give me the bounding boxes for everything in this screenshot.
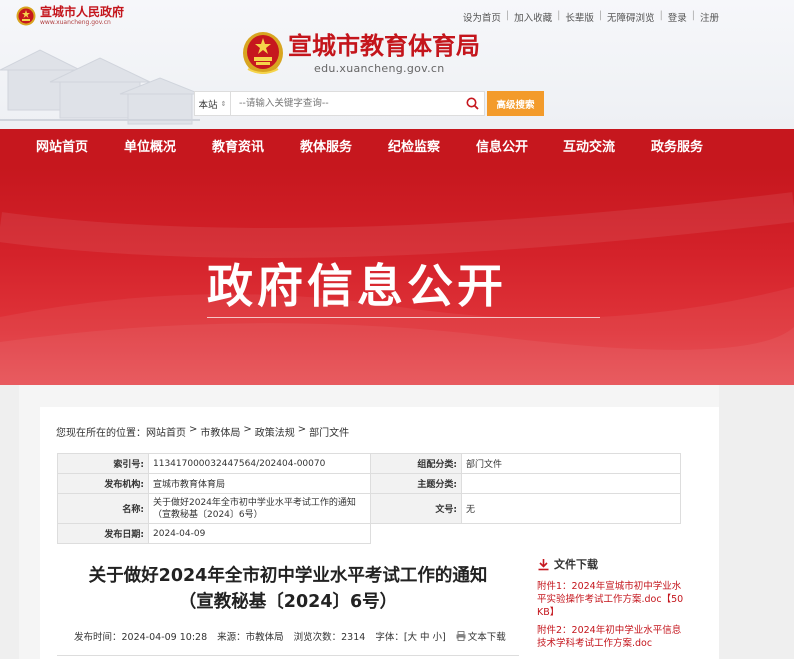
breadcrumb-item-home[interactable]: 网站首页	[146, 424, 186, 439]
breadcrumb-separator: >	[243, 424, 252, 435]
gov-domain: www.xuancheng.gov.cn	[40, 19, 111, 26]
article-meta: 发布时间：2024-04-09 10:28 来源：市教体局 浏览次数：2314 …	[74, 629, 516, 643]
article-title-line1: 关于做好2024年全市初中学业水平考试工作的通知	[88, 566, 488, 586]
document-meta-table: 索引号: 113417000032447564/202404-00070 组配分…	[57, 453, 681, 544]
nav-item-about[interactable]: 单位概况	[124, 129, 176, 167]
nav-item-discipline[interactable]: 纪检监察	[388, 129, 440, 167]
gov-name: 宣城市人民政府	[40, 5, 125, 19]
article-title: 关于做好2024年全市初中学业水平考试工作的通知 （宣教秘基〔2024〕6号）	[57, 563, 519, 615]
name-value: 关于做好2024年全市初中学业水平考试工作的通知（宣教秘基〔2024〕6号）	[148, 493, 371, 524]
top-links: 设为首页 | 加入收藏 | 长辈版 | 无障碍浏览 | 登录 | 注册	[462, 10, 720, 24]
doc-number-label: 文号:	[370, 493, 462, 524]
index-value: 113417000032447564/202404-00070	[148, 453, 371, 474]
printer-icon	[456, 631, 466, 641]
search-bar: 本站 ⇕	[194, 91, 485, 116]
banner: 政府信息公开	[0, 167, 794, 385]
national-emblem-icon	[243, 32, 283, 74]
publish-date-label: 发布日期:	[57, 523, 149, 544]
link-separator: |	[598, 10, 603, 21]
nav-item-news[interactable]: 教育资讯	[212, 129, 264, 167]
register-link[interactable]: 注册	[699, 10, 720, 24]
banner-title: 政府信息公开	[207, 259, 507, 313]
breadcrumb: 您现在所在的位置： 网站首页 > 市教体局 > 政策法规 > 部门文件	[56, 424, 349, 439]
publisher-value: 宣城市教育体育局	[148, 473, 371, 494]
set-homepage-link[interactable]: 设为首页	[462, 10, 502, 24]
file-downloads: 文件下载 附件1：2024年宣城市初中学业水平实验操作考试工作方案.doc【50…	[537, 556, 687, 650]
doc-number-value: 无	[461, 493, 681, 524]
subject-category-value: 部门文件	[461, 453, 681, 474]
topic-category-value	[461, 473, 681, 494]
search-scope-select[interactable]: 本站 ⇕	[195, 92, 231, 115]
national-emblem-icon	[16, 6, 36, 25]
breadcrumb-prefix: 您现在所在的位置：	[56, 428, 146, 439]
breadcrumb-item-bureau[interactable]: 市教体局	[200, 424, 240, 439]
nav-item-gov-services[interactable]: 政务服务	[651, 129, 703, 167]
site-title: 宣城市教育体育局	[288, 32, 480, 60]
view-count: 浏览次数：2314	[293, 632, 366, 643]
banner-underline	[207, 317, 600, 318]
subject-category-label: 组配分类:	[370, 453, 462, 474]
updown-arrow-icon: ⇕	[220, 99, 227, 108]
download-icon	[538, 558, 549, 570]
source: 来源：市教体局	[217, 632, 284, 643]
main-nav: 网站首页 单位概况 教育资讯 教体服务 纪检监察 信息公开 互动交流 政务服务	[0, 129, 794, 167]
text-download-label: 文本下载	[467, 632, 506, 643]
nav-item-info-public[interactable]: 信息公开	[476, 129, 528, 167]
add-favorite-link[interactable]: 加入收藏	[513, 10, 553, 24]
link-separator: |	[557, 10, 561, 21]
top-header: 宣城市人民政府 www.xuancheng.gov.cn 设为首页 | 加入收藏…	[0, 0, 794, 129]
accessibility-link[interactable]: 无障碍浏览	[606, 10, 656, 24]
site-domain: edu.xuancheng.gov.cn	[314, 62, 445, 75]
download-link-attachment-2[interactable]: 附件2：2024年初中学业水平信息技术学科考试工作方案.doc	[537, 624, 687, 650]
nav-item-home[interactable]: 网站首页	[36, 129, 88, 167]
article-divider	[57, 655, 519, 656]
breadcrumb-item-dept-docs[interactable]: 部门文件	[309, 424, 349, 439]
gov-logo[interactable]: 宣城市人民政府 www.xuancheng.gov.cn	[16, 5, 124, 26]
link-separator: |	[691, 10, 695, 21]
site-logo[interactable]: 宣城市教育体育局 edu.xuancheng.gov.cn	[242, 31, 480, 75]
publisher-label: 发布机构:	[57, 473, 149, 494]
text-download-link[interactable]: 文本下载	[456, 629, 506, 643]
index-label: 索引号:	[57, 453, 149, 474]
publish-time: 发布时间：2024-04-09 10:28	[74, 632, 208, 643]
search-scope-value: 本站	[198, 99, 218, 111]
empty-cell	[370, 523, 681, 544]
name-label: 名称:	[57, 493, 149, 524]
login-link[interactable]: 登录	[667, 10, 688, 24]
advanced-search-button[interactable]: 高级搜索	[487, 91, 544, 116]
article-title-line2: （宣教秘基〔2024〕6号）	[178, 592, 398, 612]
downloads-heading-text: 文件下载	[554, 558, 598, 571]
breadcrumb-separator: >	[297, 424, 307, 435]
nav-item-services[interactable]: 教体服务	[300, 129, 352, 167]
breadcrumb-item-policy[interactable]: 政策法规	[255, 424, 295, 439]
link-separator: |	[505, 10, 510, 21]
download-link-attachment-1[interactable]: 附件1：2024年宣城市初中学业水平实验操作考试工作方案.doc【50 KB】	[537, 580, 687, 619]
downloads-heading: 文件下载	[537, 556, 687, 572]
search-input[interactable]	[231, 92, 460, 115]
link-separator: |	[659, 10, 663, 21]
publish-date-value: 2024-04-09	[148, 523, 371, 544]
nav-item-interaction[interactable]: 互动交流	[563, 129, 615, 167]
breadcrumb-separator: >	[189, 424, 198, 435]
ancient-architecture-decoration	[0, 49, 200, 125]
font-size-control[interactable]: 字体：[大 中 小]	[375, 629, 445, 643]
elder-mode-link[interactable]: 长辈版	[564, 10, 595, 24]
topic-category-label: 主题分类:	[370, 473, 462, 494]
search-icon[interactable]	[460, 92, 484, 115]
